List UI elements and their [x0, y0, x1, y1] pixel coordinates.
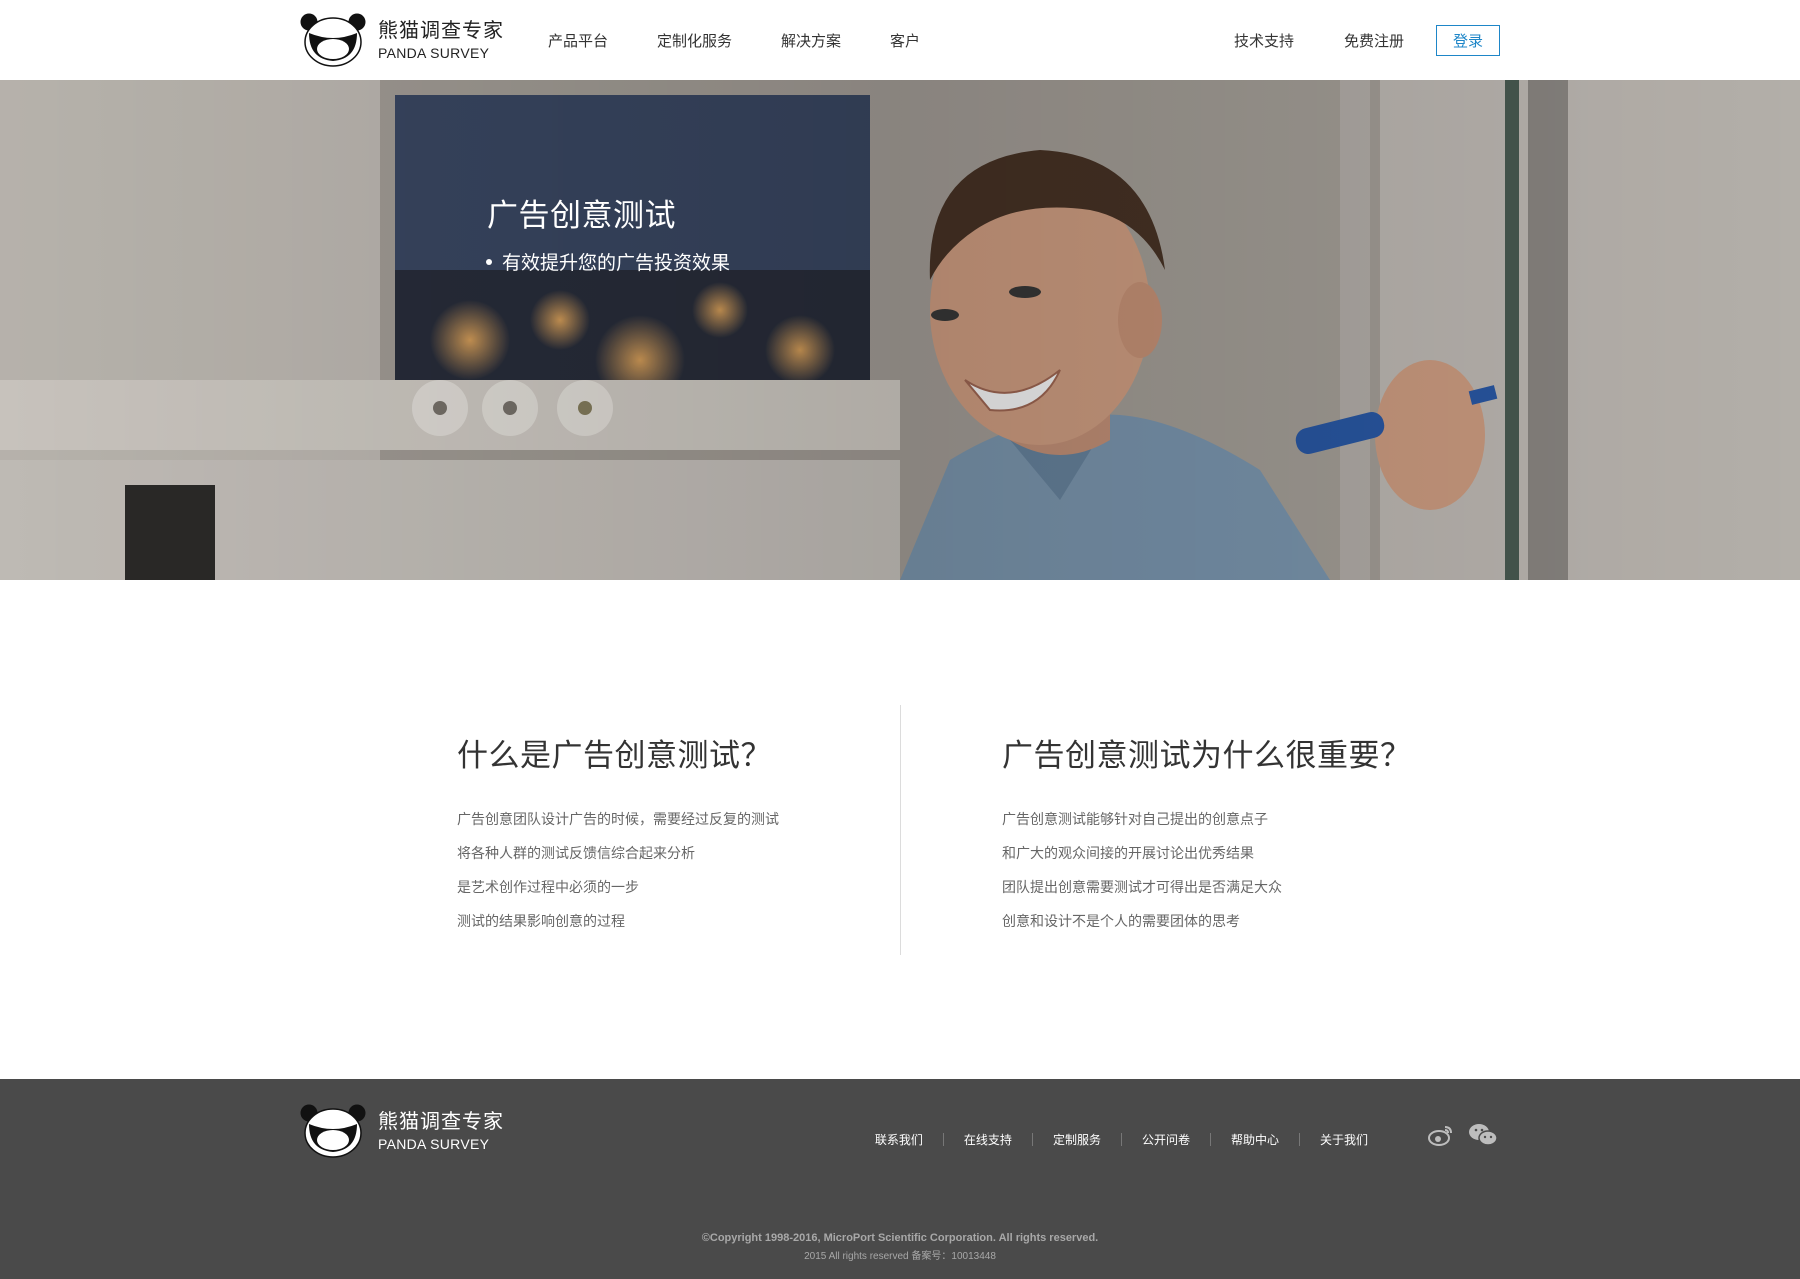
footer-separator [1209, 1133, 1211, 1146]
brand-name-cn: 熊猫调查专家 [378, 18, 504, 42]
nav-item-custom-services[interactable]: 定制化服务 [657, 30, 732, 51]
footer-brand-logo[interactable]: 熊猫调查专家 PANDA SURVEY [300, 1104, 504, 1158]
footer-separator [1298, 1133, 1300, 1146]
brand-name-en: PANDA SURVEY [378, 45, 490, 61]
brand-logo[interactable]: 熊猫调查专家 PANDA SURVEY [300, 13, 504, 67]
section-line: 团队提出创意需要测试才可得出是否满足大众 [1002, 880, 1282, 896]
footer-link-contact[interactable]: 联系我们 [875, 1131, 923, 1148]
why-important-section: 广告创意测试为什么很重要？ 广告创意测试能够针对自己提出的创意点子 和广大的观众… [1002, 730, 1412, 939]
panda-logo-icon [300, 1104, 366, 1158]
copyright-text: ©Copyright 1998-2016, MicroPort Scientif… [701, 1232, 1099, 1244]
hero-bullet-text: 有效提升您的广告投资效果 [502, 252, 731, 274]
footer-link-help-center[interactable]: 帮助中心 [1231, 1131, 1279, 1148]
footer-link-online-support[interactable]: 在线支持 [964, 1131, 1012, 1148]
nav-item-solutions[interactable]: 解决方案 [781, 30, 841, 51]
icp-record-text: 2015 All rights reserved 备案号：10013448 [804, 1251, 996, 1262]
footer-links: 联系我们 在线支持 定制服务 公开问卷 帮助中心 关于我们 [875, 1131, 1368, 1148]
section-line: 测试的结果影响创意的过程 [457, 914, 625, 930]
hero-title: 广告创意测试 [487, 198, 676, 234]
footer-brand-name-cn: 熊猫调查专家 [378, 1109, 504, 1133]
footer-link-public-survey[interactable]: 公开问卷 [1142, 1131, 1190, 1148]
section-line: 广告创意测试能够针对自己提出的创意点子 [1002, 812, 1268, 828]
section-line: 是艺术创作过程中必须的一步 [457, 880, 639, 896]
section-line: 创意和设计不是个人的需要团体的思考 [1002, 914, 1240, 930]
account-nav: 技术支持 免费注册 登录 [1234, 0, 1500, 80]
section-title-why-important: 广告创意测试为什么很重要？ [1002, 738, 1412, 774]
footer-separator [942, 1133, 944, 1146]
section-divider [900, 705, 901, 955]
hero-banner: 广告创意测试 有效提升您的广告投资效果 [0, 80, 1800, 580]
section-line: 将各种人群的测试反馈信综合起来分析 [457, 846, 695, 862]
footer-brand-name-en: PANDA SURVEY [378, 1136, 490, 1152]
panda-logo-icon [300, 13, 366, 67]
nav-item-customers[interactable]: 客户 [890, 30, 920, 51]
wechat-icon[interactable] [1468, 1122, 1498, 1148]
main-nav: 产品平台 定制化服务 解决方案 客户 [548, 0, 969, 80]
bullet-dot-icon [486, 258, 492, 265]
footer-separator [1031, 1133, 1033, 1146]
site-header: 熊猫调查专家 PANDA SURVEY 产品平台 定制化服务 解决方案 客户 技… [0, 0, 1800, 80]
section-line: 和广大的观众间接的开展讨论出优秀结果 [1002, 846, 1254, 862]
nav-item-tech-support[interactable]: 技术支持 [1234, 30, 1294, 51]
hero-bullet: 有效提升您的广告投资效果 [486, 248, 730, 275]
footer-link-custom-service[interactable]: 定制服务 [1053, 1131, 1101, 1148]
login-button[interactable]: 登录 [1436, 24, 1500, 56]
what-is-section: 什么是广告创意测试？ 广告创意团队设计广告的时候，需要经过反复的测试 将各种人群… [457, 730, 779, 939]
section-title-what-is: 什么是广告创意测试？ [457, 738, 772, 774]
section-line: 广告创意团队设计广告的时候，需要经过反复的测试 [457, 812, 779, 828]
register-link[interactable]: 免费注册 [1344, 30, 1404, 51]
site-footer: 熊猫调查专家 PANDA SURVEY 联系我们 在线支持 定制服务 公开问卷 … [0, 1079, 1800, 1279]
footer-separator [1120, 1133, 1122, 1146]
hero-photo-image [0, 80, 1800, 580]
footer-link-about[interactable]: 关于我们 [1320, 1131, 1368, 1148]
nav-item-products[interactable]: 产品平台 [548, 30, 608, 51]
weibo-icon[interactable] [1428, 1122, 1454, 1148]
social-links [1428, 1122, 1498, 1148]
